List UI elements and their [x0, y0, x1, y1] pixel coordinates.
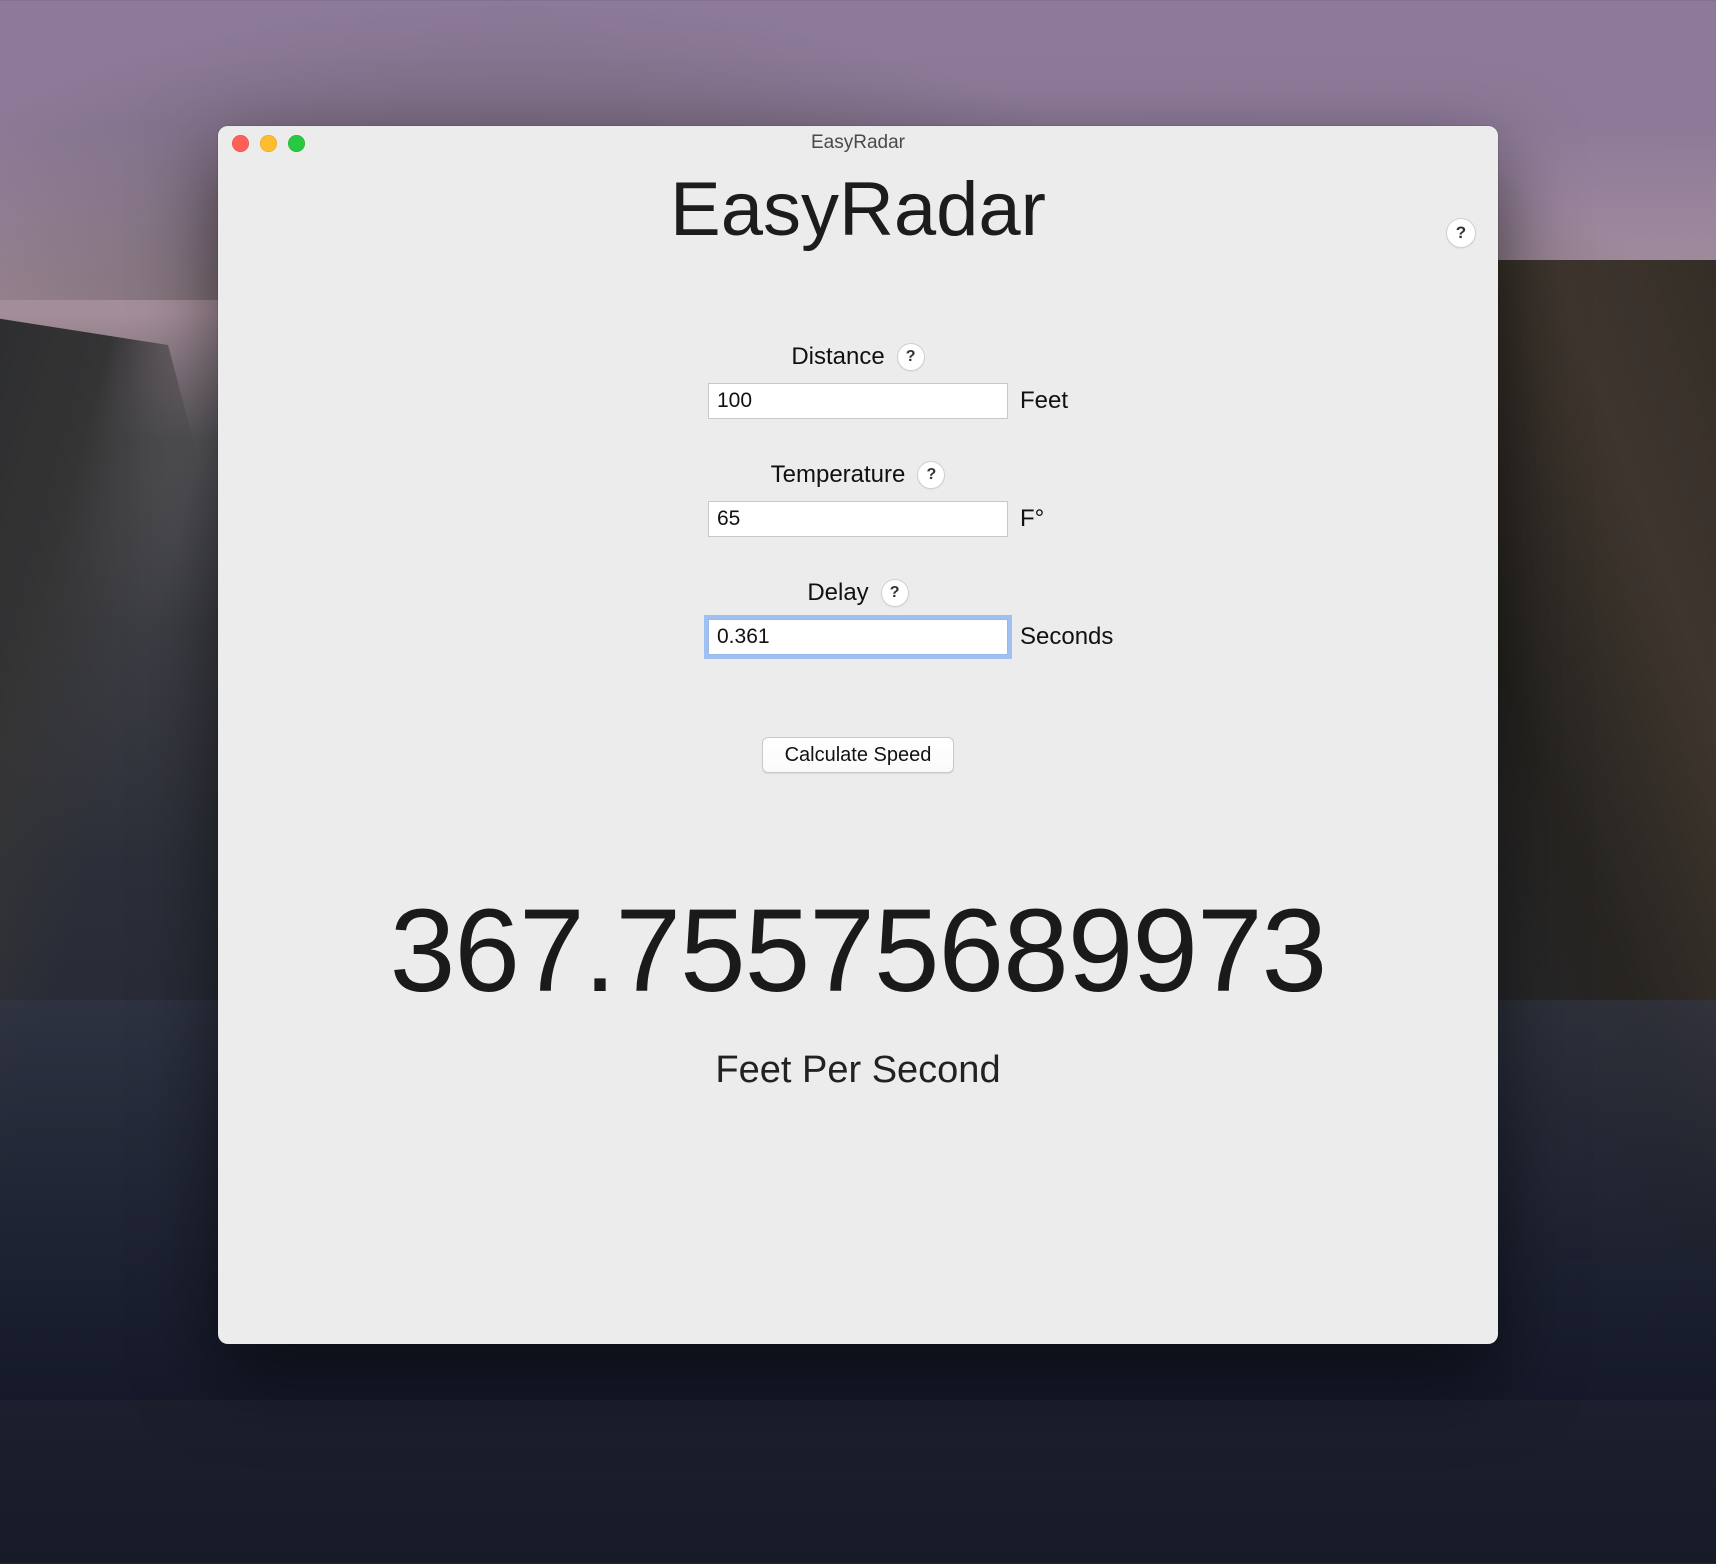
distance-label: Distance	[791, 343, 884, 371]
minimize-window-button[interactable]	[260, 135, 277, 152]
window-title: EasyRadar	[811, 132, 905, 154]
distance-input[interactable]	[708, 383, 1008, 419]
app-window: EasyRadar ? EasyRadar Distance ? . Feet	[218, 126, 1498, 1344]
result-unit: Feet Per Second	[248, 1049, 1468, 1092]
calculate-speed-button[interactable]: Calculate Speed	[762, 737, 955, 773]
delay-unit: Seconds	[1020, 623, 1130, 651]
temperature-field: Temperature ? . F°	[248, 461, 1468, 537]
temperature-help-button[interactable]: ?	[917, 461, 945, 489]
temperature-input[interactable]	[708, 501, 1008, 537]
question-mark-icon: ?	[926, 466, 936, 484]
app-heading: EasyRadar	[248, 166, 1468, 253]
distance-field: Distance ? . Feet	[248, 343, 1468, 419]
question-mark-icon: ?	[906, 348, 916, 366]
close-window-button[interactable]	[232, 135, 249, 152]
window-controls	[232, 126, 305, 160]
zoom-window-button[interactable]	[288, 135, 305, 152]
delay-label: Delay	[807, 579, 868, 607]
delay-input[interactable]	[708, 619, 1008, 655]
question-mark-icon: ?	[890, 584, 900, 602]
question-mark-icon: ?	[1456, 223, 1466, 243]
distance-help-button[interactable]: ?	[897, 343, 925, 371]
distance-unit: Feet	[1020, 387, 1130, 415]
temperature-unit: F°	[1020, 505, 1130, 533]
titlebar[interactable]: EasyRadar	[218, 126, 1498, 160]
delay-field: Delay ? . Seconds	[248, 579, 1468, 655]
help-button[interactable]: ?	[1446, 218, 1476, 248]
delay-help-button[interactable]: ?	[881, 579, 909, 607]
result-value: 367.75575689973	[248, 883, 1468, 1019]
temperature-label: Temperature	[771, 461, 906, 489]
